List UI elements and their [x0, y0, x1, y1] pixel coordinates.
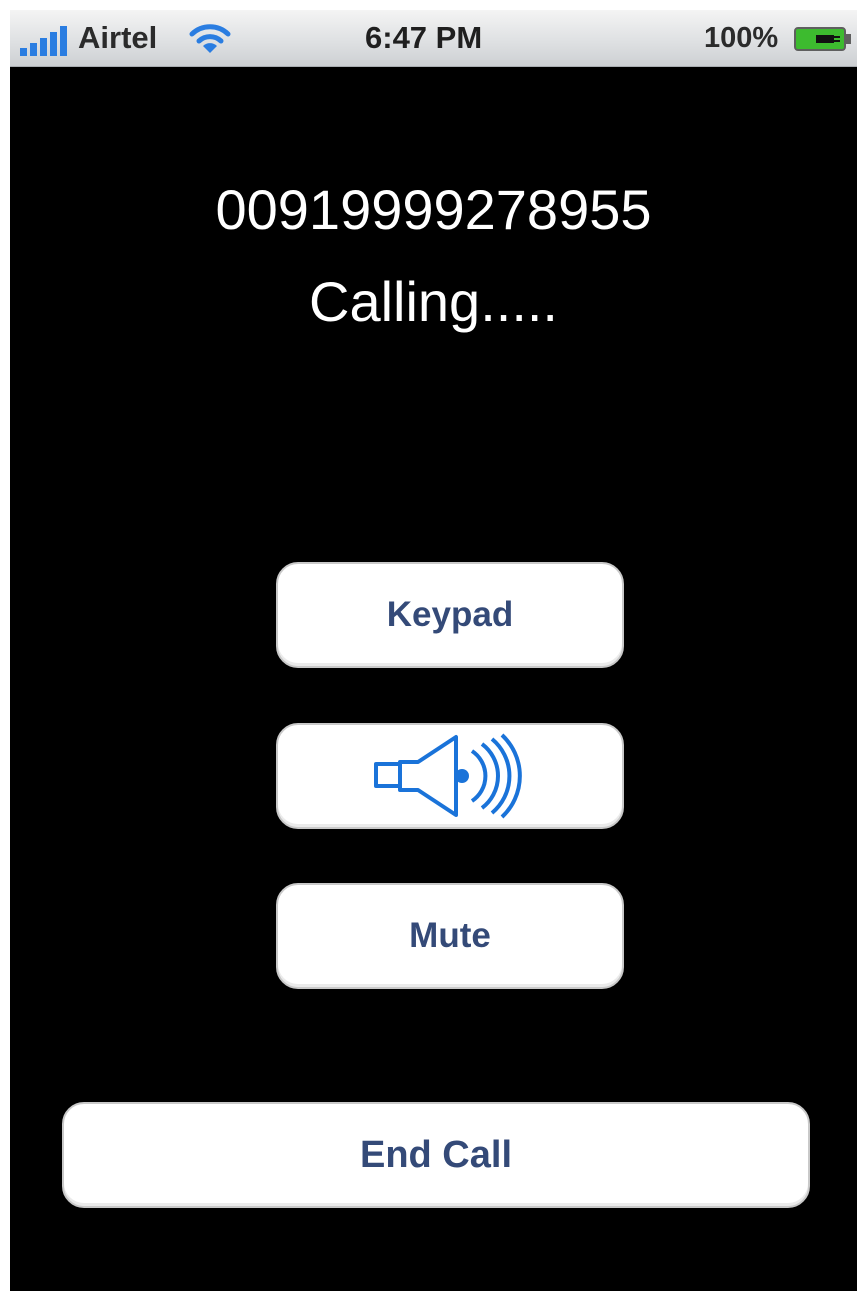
status-bar: Airtel 6:47 PM 100%: [10, 10, 857, 67]
mute-button[interactable]: Mute: [276, 883, 624, 989]
keypad-button[interactable]: Keypad: [276, 562, 624, 668]
carrier-name: Airtel: [78, 20, 158, 55]
wifi-icon: [189, 24, 231, 53]
battery-charging-icon: [794, 27, 851, 51]
dialed-number: 00919999278955: [215, 178, 652, 241]
call-screen: Airtel 6:47 PM 100% 00919999278955 Calli…: [10, 10, 857, 1291]
speaker-icon: [374, 733, 522, 819]
signal-bars-icon: [20, 26, 67, 56]
battery-percent: 100%: [704, 22, 779, 54]
end-call-button[interactable]: End Call: [62, 1102, 810, 1208]
status-time: 6:47 PM: [365, 20, 483, 55]
speaker-button[interactable]: [276, 723, 624, 829]
call-status: Calling.....: [309, 270, 558, 333]
